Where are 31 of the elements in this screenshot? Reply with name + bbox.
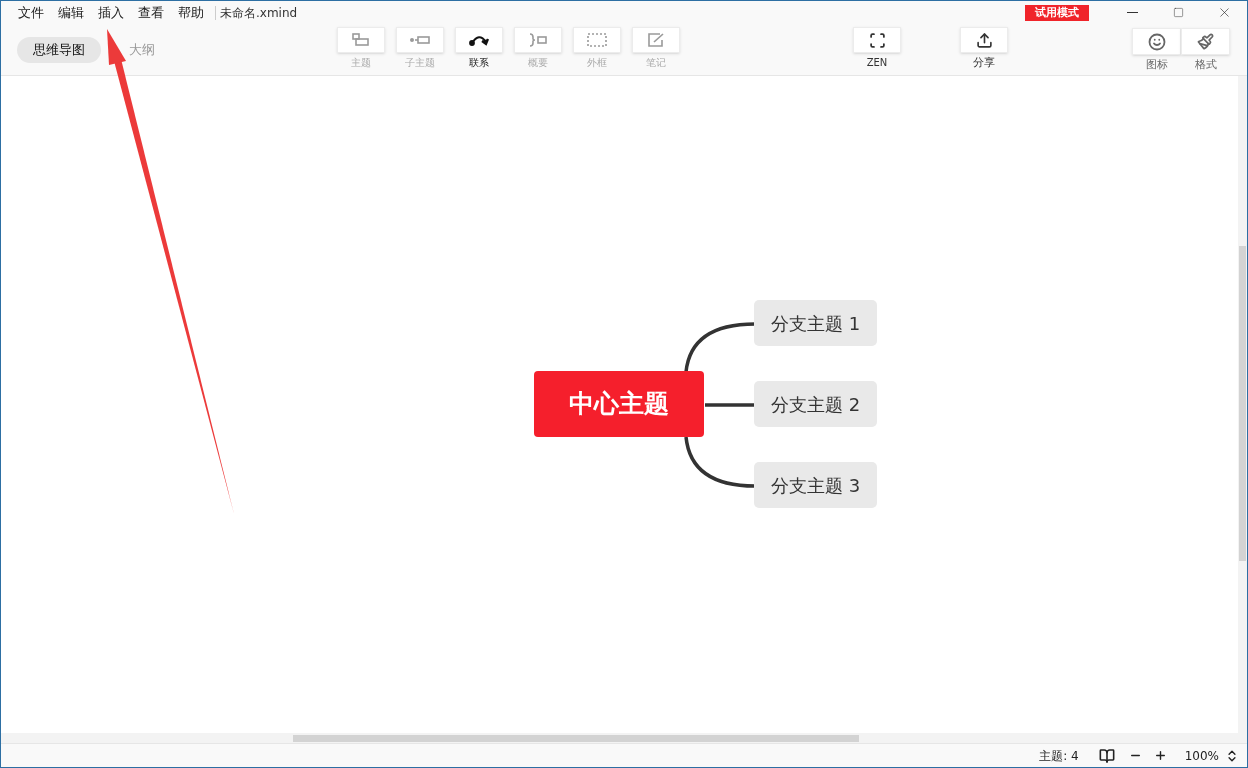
minimize-icon <box>1126 12 1138 13</box>
central-topic[interactable]: 中心主题 <box>534 371 704 437</box>
summary-icon <box>527 32 549 48</box>
smiley-icon <box>1147 32 1166 51</box>
branch-topic[interactable]: 分支主题 2 <box>754 381 878 427</box>
maximize-icon <box>1172 7 1184 18</box>
zoom-in-icon <box>1153 749 1167 762</box>
document-title: 未命名.xmind <box>220 4 298 22</box>
menu-item[interactable]: 插入 <box>91 2 131 23</box>
menu-item[interactable]: 文件 <box>11 2 51 23</box>
vertical-scrollbar[interactable] <box>1239 246 1246 561</box>
menu-item[interactable]: 查看 <box>131 2 171 23</box>
map-button[interactable] <box>1098 747 1115 764</box>
zoom-level: 100% <box>1184 747 1219 765</box>
map-icon <box>1098 747 1115 764</box>
menu-item[interactable]: 帮助 <box>171 2 211 23</box>
menu-item[interactable]: 编辑 <box>51 2 91 23</box>
zoom-stepper[interactable] <box>1225 748 1239 763</box>
topic-count: 主题: 4 <box>1039 747 1079 765</box>
paintbrush-icon <box>1197 33 1214 50</box>
view-tab[interactable]: 思维导图 <box>17 37 101 63</box>
boundary-icon <box>586 32 608 48</box>
trial-badge: 试用模式 <box>1025 4 1089 21</box>
branch-topic[interactable]: 分支主题 3 <box>754 462 878 508</box>
horizontal-scrollbar[interactable] <box>293 735 859 742</box>
stepper-icon <box>1225 748 1239 763</box>
branch-topic[interactable]: 分支主题 1 <box>754 300 878 346</box>
fullscreen-icon <box>868 31 886 49</box>
topic-icon <box>350 32 372 48</box>
share-icon <box>975 31 993 49</box>
zoom-in-button[interactable] <box>1153 749 1167 762</box>
